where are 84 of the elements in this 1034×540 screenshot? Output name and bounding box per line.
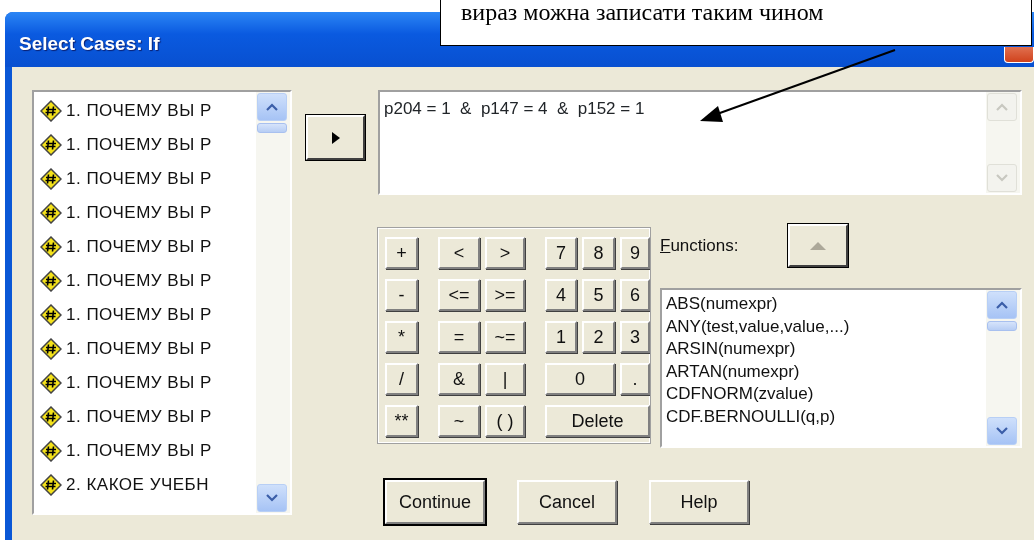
keypad-key[interactable]: = xyxy=(438,321,480,353)
keypad-key[interactable]: 1 xyxy=(545,321,577,353)
numeric-variable-icon xyxy=(40,202,62,224)
scroll-down-button[interactable] xyxy=(257,484,287,512)
keypad-key[interactable]: 0 xyxy=(545,363,615,395)
keypad-key[interactable]: 8 xyxy=(582,237,615,269)
keypad-key[interactable]: 7 xyxy=(545,237,577,269)
window-title: Select Cases: If xyxy=(19,32,160,57)
caret-up-icon xyxy=(996,301,1008,309)
function-item[interactable]: CDFNORM(zvalue) xyxy=(666,383,982,406)
triangle-up-icon xyxy=(810,241,827,250)
keypad-key[interactable]: >= xyxy=(485,279,525,311)
caret-down-icon xyxy=(996,427,1008,435)
variable-item[interactable]: 1. ПОЧЕМУ ВЫ Р xyxy=(34,230,256,264)
numeric-variable-icon xyxy=(40,406,62,428)
keypad-key[interactable]: & xyxy=(438,363,480,395)
dialog-button[interactable]: Cancel xyxy=(517,480,617,524)
scroll-thumb[interactable] xyxy=(257,123,287,133)
keypad-key[interactable]: > xyxy=(485,237,525,269)
keypad-key[interactable]: 5 xyxy=(582,279,615,311)
numeric-variable-icon xyxy=(40,338,62,360)
keypad-key[interactable]: ~ xyxy=(438,405,480,437)
keypad-key[interactable]: <= xyxy=(438,279,480,311)
keypad-key[interactable]: ** xyxy=(385,405,418,437)
keypad-key[interactable]: 3 xyxy=(620,321,650,353)
scroll-up-button[interactable] xyxy=(257,93,287,121)
variable-item[interactable]: 1. ПОЧЕМУ ВЫ Р xyxy=(34,162,256,196)
caret-up-icon xyxy=(266,103,278,111)
numeric-variable-icon xyxy=(40,168,62,190)
variable-item[interactable]: 1. ПОЧЕМУ ВЫ Р xyxy=(34,298,256,332)
keypad-key[interactable]: < xyxy=(438,237,480,269)
function-item[interactable]: ARSIN(numexpr) xyxy=(666,338,982,361)
variable-item[interactable]: 1. ПОЧЕМУ ВЫ Р xyxy=(34,366,256,400)
numeric-variable-icon xyxy=(40,372,62,394)
scroll-down-button[interactable] xyxy=(987,417,1017,445)
move-button[interactable] xyxy=(306,115,365,160)
function-item[interactable]: CDF.BERNOULLI(q,p) xyxy=(666,405,982,428)
numeric-variable-icon xyxy=(40,236,62,258)
insert-function-button[interactable] xyxy=(788,224,849,267)
caret-down-icon xyxy=(266,494,278,502)
triangle-right-icon xyxy=(331,131,340,144)
caret-up-icon xyxy=(996,103,1008,111)
keypad-key[interactable]: . xyxy=(620,363,650,395)
keypad-key[interactable]: 9 xyxy=(620,237,650,269)
expression-field[interactable]: p204 = 1 & p147 = 4 & p152 = 1 xyxy=(378,90,1022,195)
keypad-key[interactable]: / xyxy=(385,363,418,395)
numeric-variable-icon xyxy=(40,474,62,496)
scroll-up-button[interactable] xyxy=(987,291,1017,319)
dialog-button[interactable]: Help xyxy=(649,480,749,524)
expression-text: p204 = 1 & p147 = 4 & p152 = 1 xyxy=(384,98,645,120)
numeric-variable-icon xyxy=(40,134,62,156)
numeric-variable-icon xyxy=(40,304,62,326)
close-button[interactable] xyxy=(1004,47,1034,63)
variable-item[interactable]: 1. ПОЧЕМУ ВЫ Р xyxy=(34,196,256,230)
function-item[interactable]: ANY(test,value,value,...) xyxy=(666,315,982,338)
function-item[interactable]: ARTAN(numexpr) xyxy=(666,360,982,383)
variable-item[interactable]: 1. ПОЧЕМУ ВЫ Р xyxy=(34,400,256,434)
keypad-key[interactable]: ( ) xyxy=(485,405,525,437)
function-item[interactable]: ABS(numexpr) xyxy=(666,293,982,316)
keypad-key[interactable]: | xyxy=(485,363,525,395)
scroll-thumb[interactable] xyxy=(987,321,1017,331)
keypad-key[interactable]: * xyxy=(385,321,418,353)
variable-item[interactable]: 1. ПОЧЕМУ ВЫ Р xyxy=(34,128,256,162)
variable-item[interactable]: 2. КАКОЕ УЧЕБН xyxy=(34,468,256,502)
keypad-key[interactable]: Delete xyxy=(545,405,650,437)
dialog-button[interactable]: Continue xyxy=(385,480,485,524)
caret-down-icon xyxy=(996,174,1008,182)
numeric-variable-icon xyxy=(40,440,62,462)
annotation-callout: вираз можна записати таким чином xyxy=(440,0,1032,46)
variable-item[interactable]: 1. ПОЧЕМУ ВЫ Р xyxy=(34,332,256,366)
keypad-key[interactable]: + xyxy=(385,237,418,269)
functions-label: Functions: xyxy=(660,234,739,257)
numeric-variable-icon xyxy=(40,270,62,292)
variable-item[interactable]: 1. ПОЧЕМУ ВЫ Р xyxy=(34,94,256,128)
scrollbar[interactable] xyxy=(256,92,290,513)
variable-item[interactable]: 1. ПОЧЕМУ ВЫ Р xyxy=(34,264,256,298)
numeric-variable-icon xyxy=(40,100,62,122)
keypad-key[interactable]: 2 xyxy=(582,321,615,353)
keypad-key[interactable]: ~= xyxy=(485,321,525,353)
keypad-key[interactable]: 4 xyxy=(545,279,577,311)
variable-item[interactable]: 1. ПОЧЕМУ ВЫ Р xyxy=(34,434,256,468)
scrollbar[interactable] xyxy=(986,290,1020,446)
keypad-key[interactable]: 6 xyxy=(620,279,650,311)
keypad-key[interactable]: - xyxy=(385,279,418,311)
